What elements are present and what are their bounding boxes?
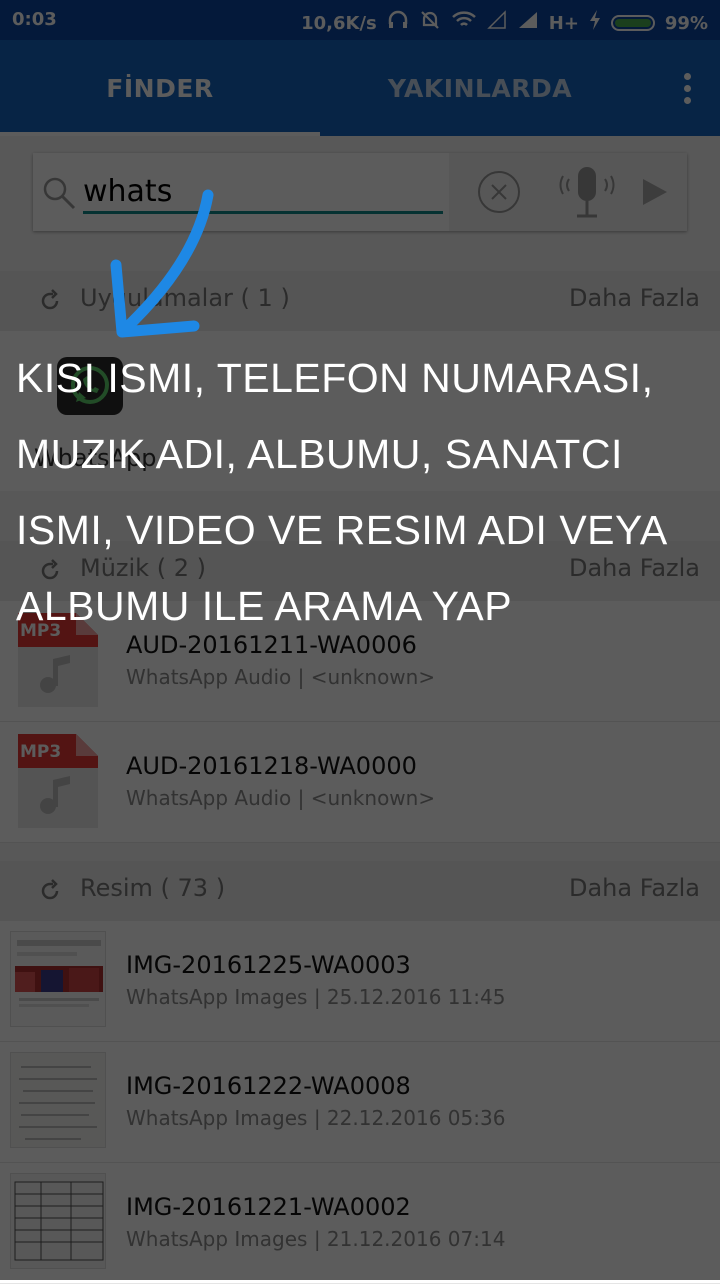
tab-finder-label: FİNDER bbox=[106, 73, 214, 103]
item-subtitle: WhatsApp Images | 22.12.2016 05:36 bbox=[126, 1106, 506, 1130]
send-icon[interactable] bbox=[641, 177, 669, 207]
clear-icon[interactable] bbox=[477, 170, 521, 214]
mute-icon bbox=[419, 9, 441, 37]
battery-icon bbox=[610, 15, 655, 31]
status-right: 10,6K/s H+ 99% bbox=[301, 9, 708, 37]
item-subtitle: WhatsApp Audio | <unknown> bbox=[126, 786, 436, 810]
instruction-line: KISI ISMI, TELEFON NUMARASI, bbox=[16, 355, 654, 401]
item-subtitle: WhatsApp Images | 21.12.2016 07:14 bbox=[126, 1227, 506, 1251]
item-title: IMG-20161222-WA0008 bbox=[126, 1072, 411, 1100]
results-content: Uygulamalar ( 1 ) Daha Fazla WhatsApp Mü… bbox=[0, 136, 720, 1284]
overflow-menu-icon[interactable] bbox=[684, 73, 692, 109]
mic-icon[interactable] bbox=[559, 163, 615, 223]
signal-icon bbox=[486, 10, 507, 36]
item-title: IMG-20161225-WA0003 bbox=[126, 951, 411, 979]
search-box bbox=[33, 153, 687, 231]
item-title: IMG-20161221-WA0002 bbox=[126, 1193, 411, 1221]
section-title: Resim ( 73 ) bbox=[80, 874, 226, 902]
instruction-line: ISMI, VIDEO VE RESIM ADI VEYA bbox=[16, 507, 668, 553]
signal-icon bbox=[517, 10, 539, 36]
tab-nearby[interactable]: YAKINLARDA bbox=[320, 40, 640, 136]
refresh-icon[interactable] bbox=[38, 879, 62, 903]
more-link[interactable]: Daha Fazla bbox=[569, 874, 700, 902]
charging-icon bbox=[589, 10, 601, 36]
tab-finder[interactable]: FİNDER bbox=[0, 40, 320, 136]
list-item[interactable]: IMG-20161221-WA0002 WhatsApp Images | 21… bbox=[0, 1163, 720, 1284]
search-actions bbox=[449, 153, 687, 231]
mp3-file-icon: MP3 bbox=[18, 734, 98, 828]
app-bar: FİNDER YAKINLARDA bbox=[0, 40, 720, 136]
search-input[interactable] bbox=[83, 171, 443, 214]
search-icon bbox=[41, 175, 77, 211]
list-item[interactable]: IMG-20161222-WA0008 WhatsApp Images | 22… bbox=[0, 1042, 720, 1163]
item-title: AUD-20161218-WA0000 bbox=[126, 752, 417, 780]
more-link[interactable]: Daha Fazla bbox=[569, 284, 700, 312]
list-item[interactable]: IMG-20161225-WA0003 WhatsApp Images | 25… bbox=[0, 921, 720, 1042]
headset-icon bbox=[387, 10, 409, 36]
image-thumbnail bbox=[10, 931, 106, 1027]
instruction-text: KISI ISMI, TELEFON NUMARASI, MUZIK ADI, … bbox=[16, 340, 716, 644]
instruction-line: ALBUMU ILE ARAMA YAP bbox=[16, 583, 513, 629]
network-type: H+ bbox=[548, 12, 579, 34]
section-images: Resim ( 73 ) Daha Fazla bbox=[0, 861, 720, 921]
section-title: Uygulamalar ( 1 ) bbox=[80, 284, 290, 312]
image-thumbnail bbox=[10, 1173, 106, 1269]
instruction-line: MUZIK ADI, ALBUMU, SANATCI bbox=[16, 431, 623, 477]
list-item[interactable]: MP3 AUD-20161218-WA0000 WhatsApp Audio |… bbox=[0, 722, 720, 843]
network-speed: 10,6K/s bbox=[301, 12, 377, 34]
mp3-badge: MP3 bbox=[20, 742, 62, 762]
image-thumbnail bbox=[10, 1052, 106, 1148]
status-bar: 0:03 10,6K/s H+ 99% bbox=[0, 0, 720, 40]
section-apps: Uygulamalar ( 1 ) Daha Fazla bbox=[0, 271, 720, 331]
item-subtitle: WhatsApp Images | 25.12.2016 11:45 bbox=[126, 985, 506, 1009]
tab-nearby-label: YAKINLARDA bbox=[387, 73, 573, 103]
refresh-icon[interactable] bbox=[38, 289, 62, 313]
wifi-icon bbox=[451, 10, 477, 36]
battery-level: 99% bbox=[664, 12, 708, 34]
status-time: 0:03 bbox=[12, 9, 57, 30]
item-subtitle: WhatsApp Audio | <unknown> bbox=[126, 665, 436, 689]
search-field-area bbox=[33, 153, 449, 231]
